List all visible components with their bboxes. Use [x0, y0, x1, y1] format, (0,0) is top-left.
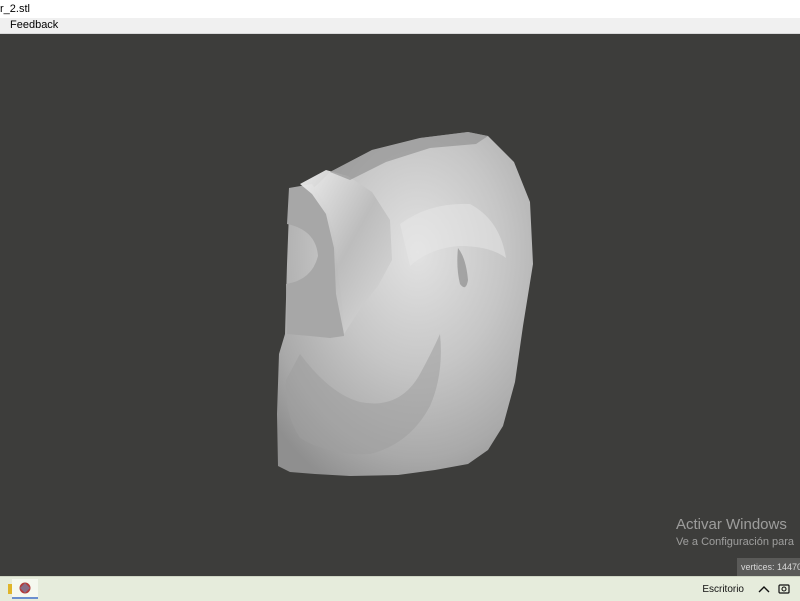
system-tray: Escritorio	[702, 577, 800, 601]
stl-viewer-icon	[19, 582, 31, 594]
menu-feedback[interactable]: Feedback	[10, 18, 58, 33]
window-title: r_2.stl	[0, 3, 30, 15]
onedrive-icon[interactable]	[778, 583, 792, 595]
menu-bar: Feedback	[0, 18, 800, 34]
activation-watermark-title: Activar Windows	[676, 516, 787, 533]
taskbar: Escritorio	[0, 576, 800, 601]
title-bar: r_2.stl	[0, 0, 800, 18]
stl-model[interactable]	[0, 34, 800, 576]
activation-watermark-subtitle: Ve a Configuración para	[676, 536, 795, 548]
desktop-label[interactable]: Escritorio	[702, 584, 744, 595]
stats-readout: vertices: 14470	[737, 558, 800, 576]
taskbar-app-stl-viewer[interactable]	[12, 579, 38, 599]
chevron-up-icon[interactable]	[758, 584, 770, 594]
3d-viewport[interactable]: Activar Windows Ve a Configuración para …	[0, 34, 800, 576]
